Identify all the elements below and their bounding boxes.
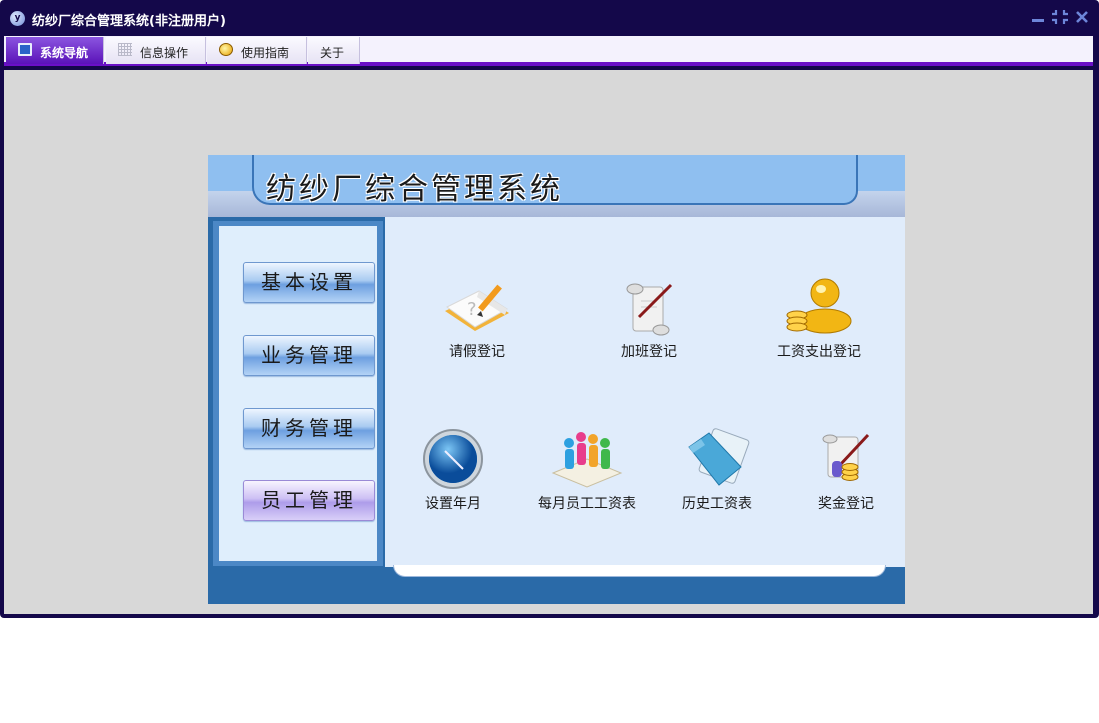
function-area-bottom bbox=[393, 565, 886, 577]
app-window: y 纺纱厂综合管理系统(非注册用户) 系统导航 信息操作 使用指南 关于 纺纱厂… bbox=[0, 0, 1099, 618]
grid-icon bbox=[118, 43, 132, 56]
function-label: 每月员工工资表 bbox=[538, 496, 636, 512]
restore-icon[interactable] bbox=[1052, 8, 1068, 26]
scroll-coins-icon bbox=[822, 433, 870, 481]
close-icon[interactable] bbox=[1074, 8, 1090, 26]
function-area: ? 请假登记 加班登记 工资支出登记 设置年月 每月员工工资表 历史工资表 奖金… bbox=[385, 217, 905, 567]
monitor-icon bbox=[18, 43, 32, 56]
blue-folder-icon bbox=[688, 428, 750, 486]
function-label: 加班登记 bbox=[621, 344, 677, 360]
lightbulb-icon bbox=[219, 43, 233, 56]
payroll-history-button[interactable]: 历史工资表 bbox=[657, 427, 777, 527]
employee-management-button[interactable]: 员工管理 bbox=[243, 480, 375, 521]
app-logo-icon: y bbox=[10, 11, 25, 26]
set-year-month-button[interactable]: 设置年月 bbox=[393, 427, 513, 527]
leave-registration-button[interactable]: ? 请假登记 bbox=[417, 275, 537, 375]
system-title: 纺纱厂综合管理系统 bbox=[266, 172, 563, 207]
tab-label: 信息操作 bbox=[140, 46, 189, 60]
scroll-quill-icon bbox=[626, 283, 673, 336]
people-group-icon bbox=[551, 432, 623, 488]
svg-text:?: ? bbox=[467, 299, 477, 320]
function-label: 历史工资表 bbox=[682, 496, 752, 512]
gold-coins-person-icon bbox=[786, 278, 852, 334]
function-label: 请假登记 bbox=[449, 344, 505, 360]
bonus-registration-button[interactable]: 奖金登记 bbox=[786, 427, 906, 527]
function-label: 奖金登记 bbox=[818, 496, 874, 512]
tab-label: 系统导航 bbox=[40, 46, 89, 60]
tab-label: 关于 bbox=[320, 46, 345, 60]
tab-info-operations[interactable]: 信息操作 bbox=[106, 37, 206, 64]
overtime-registration-button[interactable]: 加班登记 bbox=[589, 275, 709, 375]
tab-system-navigation[interactable]: 系统导航 bbox=[6, 37, 104, 64]
salary-expense-registration-button[interactable]: 工资支出登记 bbox=[759, 275, 879, 375]
function-label: 工资支出登记 bbox=[777, 344, 861, 360]
function-label: 设置年月 bbox=[425, 496, 481, 512]
business-management-button[interactable]: 业务管理 bbox=[243, 335, 375, 376]
clock-icon bbox=[423, 429, 483, 489]
navigation-panel: 纺纱厂综合管理系统 基本设置 业务管理 财务管理 员工管理 ? 请假登记 加班登… bbox=[208, 155, 905, 604]
notebook-pencil-icon: ? bbox=[445, 284, 509, 331]
monthly-payroll-button[interactable]: 每月员工工资表 bbox=[527, 427, 647, 527]
banner: 纺纱厂综合管理系统 bbox=[208, 155, 905, 217]
tab-bar: 系统导航 信息操作 使用指南 关于 bbox=[4, 36, 1093, 66]
sidebar: 基本设置 业务管理 财务管理 员工管理 bbox=[219, 226, 377, 561]
window-title: 纺纱厂综合管理系统(非注册用户) bbox=[32, 14, 226, 29]
tab-label: 使用指南 bbox=[241, 46, 290, 60]
minimize-icon[interactable] bbox=[1030, 8, 1046, 26]
basic-settings-button[interactable]: 基本设置 bbox=[243, 262, 375, 303]
title-bar[interactable]: y 纺纱厂综合管理系统(非注册用户) bbox=[0, 0, 1099, 36]
tab-about[interactable]: 关于 bbox=[308, 37, 360, 64]
tab-user-guide[interactable]: 使用指南 bbox=[207, 37, 307, 64]
finance-management-button[interactable]: 财务管理 bbox=[243, 408, 375, 449]
